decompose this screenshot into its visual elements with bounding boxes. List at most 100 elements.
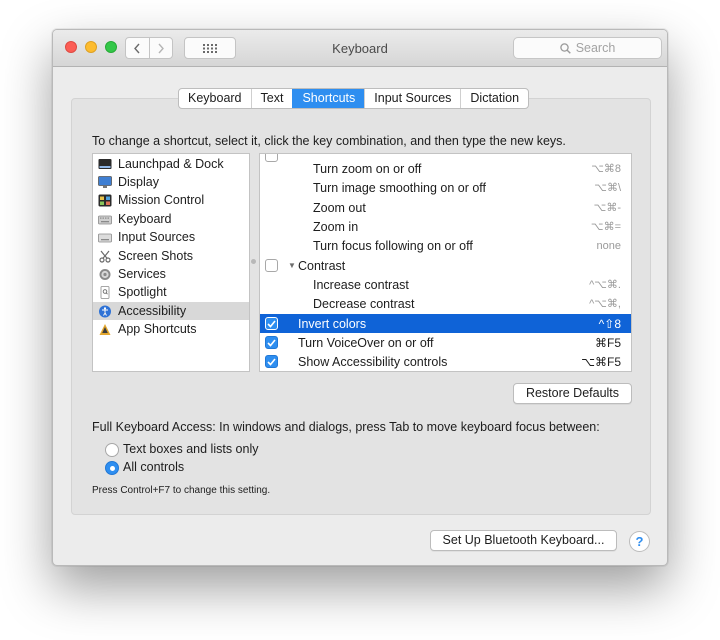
shortcut-keys[interactable]: ⌘F5 (595, 336, 621, 350)
category-display[interactable]: Display (93, 173, 249, 191)
category-keyboard[interactable]: Keyboard (93, 210, 249, 228)
back-button[interactable] (126, 38, 149, 58)
mission-control-icon (98, 194, 112, 207)
input-sources-icon (98, 231, 112, 244)
services-gear-icon (98, 268, 112, 281)
forward-button[interactable] (148, 38, 173, 58)
category-input-sources[interactable]: Input Sources (93, 228, 249, 246)
tab-dictation[interactable]: Dictation (460, 89, 528, 108)
split-view-handle[interactable] (251, 259, 256, 264)
category-label: Spotlight (118, 285, 167, 299)
shortcut-keys[interactable]: none (597, 240, 621, 252)
search-icon (559, 42, 571, 54)
search-placeholder: Search (575, 41, 616, 55)
shortcut-row-decrease-contrast[interactable]: Decrease contrast ^⌥⌘, (260, 294, 631, 313)
shortcut-checkbox[interactable] (265, 336, 278, 349)
shortcut-keys[interactable]: ^⌥⌘. (589, 278, 621, 291)
shortcut-list[interactable]: Turn zoom on or off ⌥⌘8 Turn image smoot… (259, 153, 632, 372)
category-label: Display (118, 175, 159, 189)
category-screen-shots[interactable]: Screen Shots (93, 247, 249, 265)
checkmark-icon (267, 319, 276, 328)
display-icon (98, 175, 112, 189)
accessibility-icon (98, 305, 112, 318)
shortcut-name: Turn focus following on or off (313, 238, 473, 253)
zoom-window-button[interactable] (105, 41, 117, 53)
full-keyboard-access-label: Full Keyboard Access: In windows and dia… (92, 420, 600, 434)
checkmark-icon (267, 357, 276, 366)
screen-shots-icon (98, 250, 112, 263)
shortcut-name: Turn VoiceOver on or off (298, 335, 434, 350)
launchpad-dock-icon (98, 158, 112, 171)
shortcut-keys[interactable]: ^⇧8 (599, 317, 621, 331)
shortcut-keys[interactable]: ^⌥⌘, (589, 297, 621, 310)
category-label: Keyboard (118, 212, 172, 226)
help-button[interactable]: ? (629, 531, 650, 552)
shortcut-row-image-smoothing[interactable]: Turn image smoothing on or off ⌥⌘\ (260, 178, 631, 197)
chevron-left-icon (134, 43, 140, 53)
category-label: Accessibility (118, 304, 187, 318)
category-services[interactable]: Services (93, 265, 249, 283)
shortcut-name: Show Accessibility controls (298, 354, 448, 369)
shortcut-name: Turn image smoothing on or off (313, 180, 487, 195)
radio-label-text-boxes[interactable]: Text boxes and lists only (123, 442, 259, 456)
shortcut-name: Invert colors (298, 316, 367, 331)
shortcut-row-zoom-out[interactable]: Zoom out ⌥⌘- (260, 198, 631, 217)
shortcut-row-voiceover[interactable]: Turn VoiceOver on or off ⌘F5 (260, 333, 631, 352)
set-up-bluetooth-keyboard-button[interactable]: Set Up Bluetooth Keyboard... (430, 530, 617, 551)
shortcut-keys[interactable]: ⌥⌘\ (594, 181, 621, 194)
contrast-group-checkbox[interactable] (265, 259, 278, 272)
shortcut-row-zoom-in[interactable]: Zoom in ⌥⌘= (260, 217, 631, 236)
category-mission-control[interactable]: Mission Control (93, 191, 249, 209)
shortcut-checkbox[interactable] (265, 355, 278, 368)
shortcut-row-zoom-toggle[interactable]: Turn zoom on or off ⌥⌘8 (260, 159, 631, 178)
radio-text-boxes-only[interactable] (105, 443, 119, 457)
shortcut-name: Decrease contrast (313, 296, 415, 311)
disclosure-triangle-icon[interactable]: ▼ (288, 261, 296, 270)
category-label: Services (118, 267, 166, 281)
category-label: Mission Control (118, 193, 205, 207)
tab-bar: Keyboard Text Shortcuts Input Sources Di… (178, 88, 530, 109)
category-label: App Shortcuts (118, 322, 197, 336)
shortcut-keys[interactable]: ⌥⌘8 (591, 162, 621, 175)
search-field[interactable]: Search (513, 37, 662, 59)
shortcut-keys[interactable]: ⌥⌘F5 (581, 355, 621, 369)
shortcut-row-invert-colors[interactable]: Invert colors ^⇧8 (260, 314, 631, 333)
restore-defaults-button[interactable]: Restore Defaults (513, 383, 632, 404)
shortcut-name: Zoom out (313, 200, 366, 215)
shortcut-row-accessibility-controls[interactable]: Show Accessibility controls ⌥⌘F5 (260, 352, 631, 371)
tab-input-sources[interactable]: Input Sources (364, 89, 460, 108)
spotlight-icon (98, 285, 112, 299)
shortcut-group-contrast[interactable]: ▼ Contrast (260, 256, 631, 275)
category-label: Screen Shots (118, 249, 194, 263)
keyboard-icon (98, 213, 112, 226)
grid-icon (203, 43, 217, 53)
back-forward-control (125, 37, 173, 59)
minimize-window-button[interactable] (85, 41, 97, 53)
category-launchpad-dock[interactable]: Launchpad & Dock (93, 155, 249, 173)
category-accessibility[interactable]: Accessibility (93, 302, 249, 320)
instructions-text: To change a shortcut, select it, click t… (92, 134, 566, 148)
close-window-button[interactable] (65, 41, 77, 53)
shortcut-row-increase-contrast[interactable]: Increase contrast ^⌥⌘. (260, 275, 631, 294)
category-spotlight[interactable]: Spotlight (93, 283, 249, 301)
radio-all-controls[interactable] (105, 461, 119, 475)
tab-shortcuts[interactable]: Shortcuts (292, 89, 365, 108)
shortcut-name: Zoom in (313, 219, 359, 234)
shortcut-checkbox[interactable] (265, 317, 278, 330)
shortcut-name: Turn zoom on or off (313, 161, 422, 176)
tab-text[interactable]: Text (250, 89, 293, 108)
category-label: Input Sources (118, 230, 196, 244)
chevron-right-icon (158, 43, 164, 53)
keyboard-preferences-window: Keyboard Search Keyboard Text Shortcuts … (52, 29, 668, 566)
radio-label-all-controls[interactable]: All controls (123, 460, 184, 474)
category-app-shortcuts[interactable]: App Shortcuts (93, 320, 249, 338)
shortcut-keys[interactable]: ⌥⌘- (594, 201, 621, 214)
shortcut-keys[interactable]: ⌥⌘= (591, 220, 621, 233)
shortcut-category-list[interactable]: Launchpad & Dock Display Mission Control… (92, 153, 250, 372)
app-shortcuts-icon (98, 323, 112, 336)
checkmark-icon (267, 338, 276, 347)
shortcut-row-focus-following[interactable]: Turn focus following on or off none (260, 236, 631, 255)
show-all-button[interactable] (184, 37, 236, 59)
tab-keyboard[interactable]: Keyboard (179, 89, 251, 108)
category-label: Launchpad & Dock (118, 157, 224, 171)
